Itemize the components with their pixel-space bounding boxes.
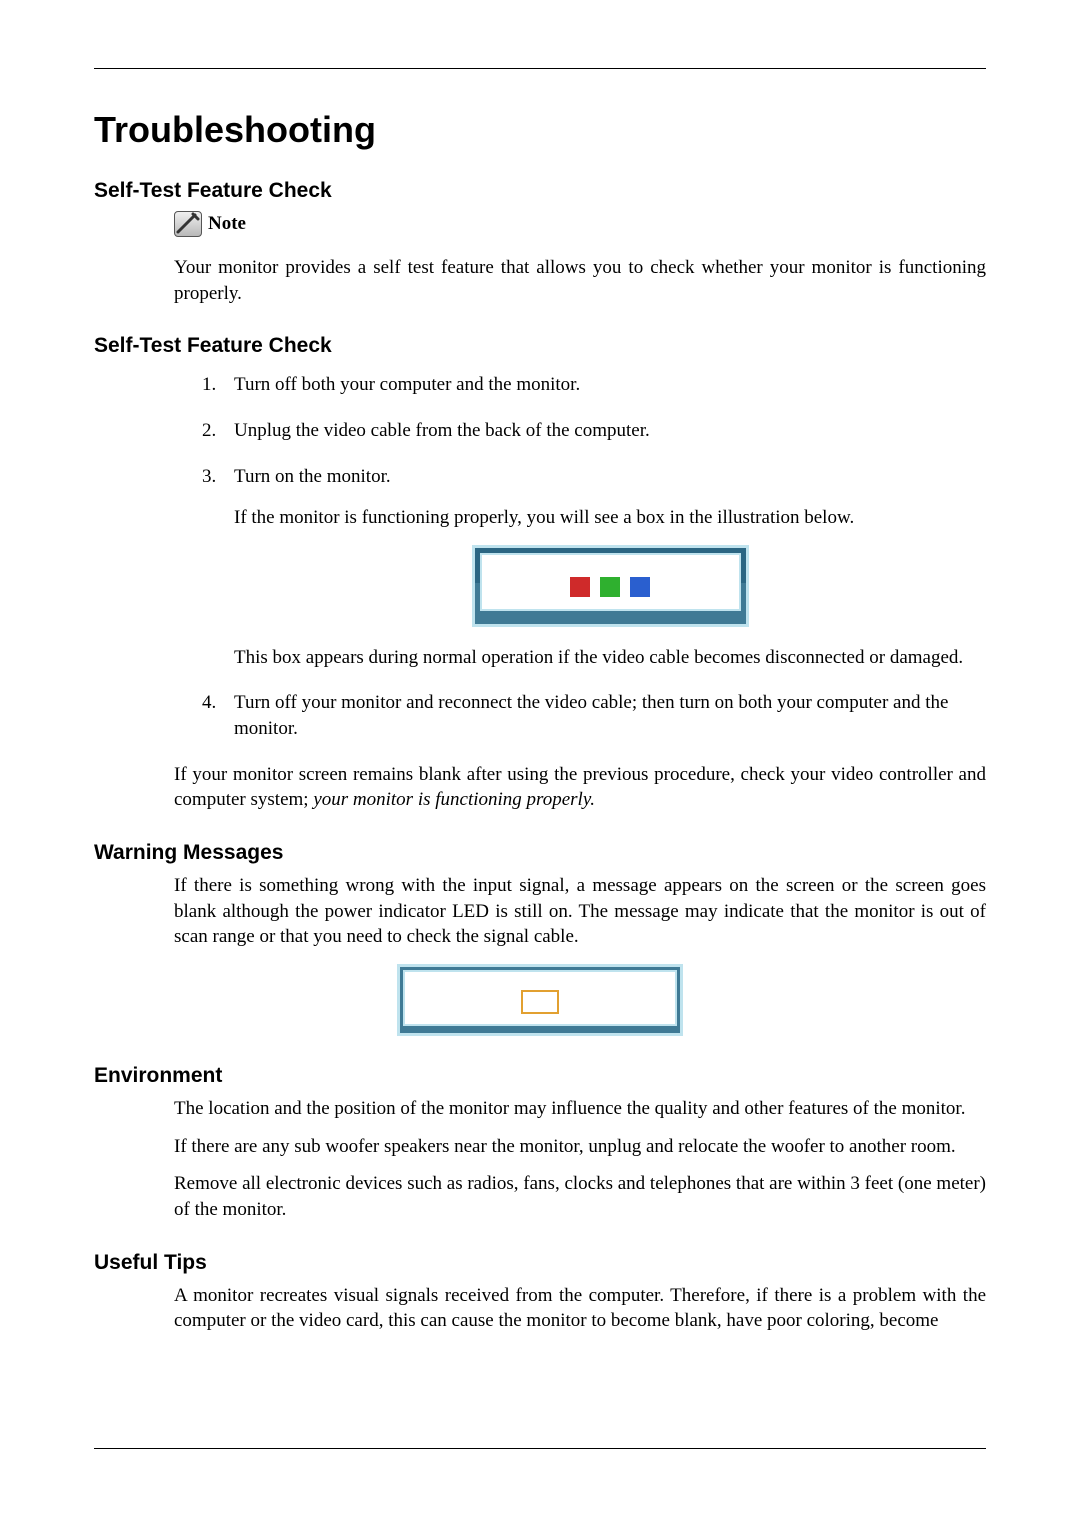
step-number: 1.	[202, 372, 216, 398]
section-body: If there is something wrong with the inp…	[174, 873, 986, 950]
env-p1: The location and the position of the mon…	[174, 1096, 986, 1122]
section-heading-warning: Warning Messages	[94, 841, 986, 865]
step-number: 4.	[202, 690, 216, 716]
green-square-icon	[600, 577, 620, 597]
env-p2: If there are any sub woofer speakers nea…	[174, 1134, 986, 1160]
signal-dialog	[472, 545, 749, 627]
step-number: 2.	[202, 418, 216, 444]
list-item: 1. Turn off both your computer and the m…	[202, 372, 986, 398]
section-body: Note Your monitor provides a self test f…	[174, 211, 986, 306]
step-text: Turn on the monitor.	[234, 466, 391, 487]
steps-list: 1. Turn off both your computer and the m…	[94, 372, 986, 741]
section-heading-self-test-2: Self-Test Feature Check	[94, 334, 986, 358]
top-rule	[94, 68, 986, 69]
step-text: Unplug the video cable from the back of …	[234, 420, 650, 441]
note-body-text: Your monitor provides a self test featur…	[174, 255, 986, 306]
closing-text: If your monitor screen remains blank aft…	[174, 762, 986, 813]
note-row: Note	[174, 211, 986, 237]
step-number: 3.	[202, 464, 216, 490]
note-label: Note	[208, 213, 246, 235]
optimum-dialog	[397, 964, 683, 1036]
figure-not-optimum	[94, 964, 986, 1036]
section-body: A monitor recreates visual signals recei…	[174, 1283, 986, 1334]
section-heading-environment: Environment	[94, 1064, 986, 1088]
closing-text-b: your monitor is functioning properly.	[313, 789, 595, 810]
closing-paragraph: If your monitor screen remains blank aft…	[174, 762, 986, 813]
list-item: 4. Turn off your monitor and reconnect t…	[202, 690, 986, 741]
step-text: Turn off both your computer and the moni…	[234, 374, 580, 395]
question-box	[521, 990, 559, 1014]
section-heading-tips: Useful Tips	[94, 1251, 986, 1275]
list-item: 3. Turn on the monitor. If the monitor i…	[202, 464, 986, 671]
optimum-dialog-inner	[403, 970, 677, 1026]
bottom-rule	[94, 1448, 986, 1449]
note-icon	[174, 211, 202, 237]
step-subtext: This box appears during normal operation…	[234, 645, 986, 671]
section-body: The location and the position of the mon…	[174, 1096, 986, 1223]
env-p3: Remove all electronic devices such as ra…	[174, 1171, 986, 1222]
step-text: Turn off your monitor and reconnect the …	[234, 692, 948, 739]
section-heading-self-test-1: Self-Test Feature Check	[94, 179, 986, 203]
signal-dialog-inner	[480, 553, 741, 611]
signal-dialog-footer	[475, 616, 746, 624]
rgb-squares	[486, 577, 735, 597]
page-title: Troubleshooting	[94, 109, 986, 151]
tips-p1: A monitor recreates visual signals recei…	[174, 1283, 986, 1334]
red-square-icon	[570, 577, 590, 597]
step-subtext: If the monitor is functioning properly, …	[234, 505, 986, 531]
optimum-dialog-footer	[400, 1029, 680, 1033]
document-page: Troubleshooting Self-Test Feature Check …	[0, 0, 1080, 1527]
warning-body: If there is something wrong with the inp…	[174, 873, 986, 950]
figure-check-signal	[234, 545, 986, 627]
list-item: 2. Unplug the video cable from the back …	[202, 418, 986, 444]
blue-square-icon	[630, 577, 650, 597]
